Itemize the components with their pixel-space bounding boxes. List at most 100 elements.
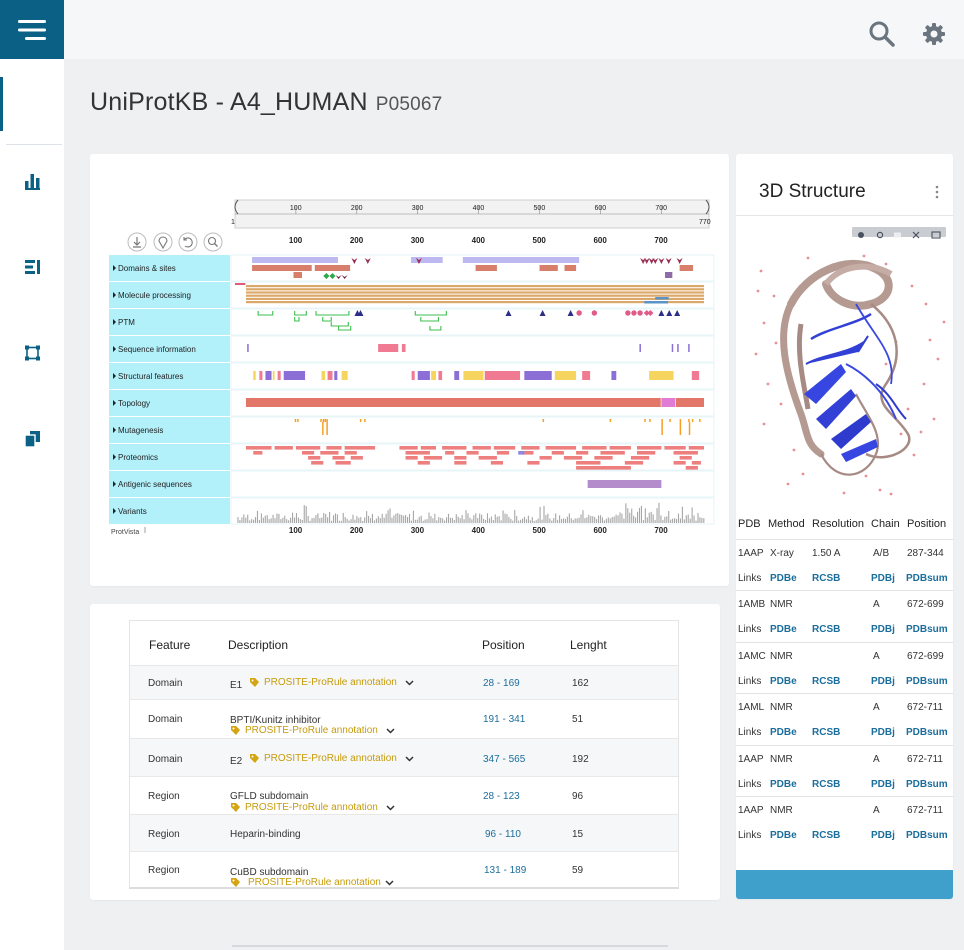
track-label-antigenic-sequences[interactable]: Antigenic sequences xyxy=(113,480,192,489)
rcsb-link[interactable]: RCSB xyxy=(812,779,840,790)
mutagenesis-site[interactable] xyxy=(364,419,366,422)
structural-feature[interactable] xyxy=(691,371,700,380)
mutagenesis-site[interactable] xyxy=(691,419,694,422)
proteomics-peptide[interactable] xyxy=(478,456,497,460)
proteomics-peptide[interactable] xyxy=(637,451,656,455)
position-link[interactable]: 28 - 169 xyxy=(483,678,520,689)
column-header-description[interactable]: Description xyxy=(228,638,288,652)
sequence-feature[interactable] xyxy=(401,344,406,352)
chain-block[interactable] xyxy=(245,297,705,300)
proteomics-peptide[interactable] xyxy=(527,461,540,465)
annotation-link[interactable]: PROSITE-ProRule annotation xyxy=(230,725,395,736)
peptide-block[interactable] xyxy=(644,301,669,304)
structural-feature[interactable] xyxy=(582,371,591,380)
mutagenesis-site[interactable] xyxy=(324,419,327,422)
proteomics-peptide[interactable] xyxy=(582,446,607,450)
pdb-entry-row[interactable]: 1AAP NMR A 672-711 Links PDBe RCSB PDBj PDBsum xyxy=(736,796,953,848)
table-row[interactable]: Region GFLD subdomain PROSITE-ProRule an… xyxy=(130,776,678,815)
structural-feature[interactable] xyxy=(259,371,263,380)
position-link[interactable]: 28 - 123 xyxy=(483,791,520,802)
sidebar-item-statistics[interactable] xyxy=(22,170,44,192)
sequence-feature[interactable] xyxy=(688,344,690,352)
annotation-link[interactable]: PROSITE-ProRule annotation xyxy=(230,877,394,887)
mutagenesis-site[interactable] xyxy=(661,422,663,435)
help-icon[interactable] xyxy=(858,232,864,238)
chevron-down-icon[interactable] xyxy=(405,679,414,686)
proteomics-peptide[interactable] xyxy=(576,461,601,465)
menu-button[interactable] xyxy=(0,0,64,59)
sequence-feature[interactable] xyxy=(378,344,399,352)
mutagenesis-site[interactable] xyxy=(322,419,325,422)
pdbsum-link[interactable]: PDBsum xyxy=(906,676,948,687)
structural-feature[interactable] xyxy=(611,371,617,380)
rcsb-link[interactable]: RCSB xyxy=(812,727,840,738)
ptm-marker[interactable] xyxy=(591,310,598,316)
proteomics-peptide[interactable] xyxy=(688,446,704,450)
region-block[interactable] xyxy=(475,265,497,271)
pdbj-link[interactable]: PDBj xyxy=(871,779,895,790)
proteomics-peptide[interactable] xyxy=(245,446,272,450)
track-label-proteomics[interactable]: Proteomics xyxy=(113,453,158,462)
proteomics-peptide[interactable] xyxy=(445,451,455,455)
proteomics-peptide[interactable] xyxy=(490,461,503,465)
structural-feature[interactable] xyxy=(341,371,348,380)
annotation-link[interactable]: PROSITE-ProRule annotation xyxy=(249,677,414,688)
ptm-marker[interactable] xyxy=(637,310,643,316)
proteomics-peptide[interactable] xyxy=(311,461,324,465)
mutagenesis-site[interactable] xyxy=(644,419,646,422)
pdbj-link[interactable]: PDBj xyxy=(871,830,895,841)
proteomics-peptide[interactable] xyxy=(302,451,315,455)
mutagenesis-site[interactable] xyxy=(542,419,545,422)
mutagenesis-site[interactable] xyxy=(609,419,612,422)
proteomics-peptide[interactable] xyxy=(295,446,321,450)
pdbj-link[interactable]: PDBj xyxy=(871,676,895,687)
pdbj-link[interactable]: PDBj xyxy=(871,624,895,635)
download-button[interactable] xyxy=(127,232,147,252)
proteomics-peptide[interactable] xyxy=(417,461,430,465)
peptide-block[interactable] xyxy=(655,297,669,300)
structural-feature[interactable] xyxy=(554,371,577,380)
track-label-structural-features[interactable]: Structural features xyxy=(113,372,183,381)
region-block[interactable] xyxy=(539,265,558,271)
mutagenesis-site[interactable] xyxy=(699,419,701,422)
proteomics-peptide[interactable] xyxy=(344,446,376,450)
proteomics-peptide[interactable] xyxy=(454,456,467,460)
molecule-viewer[interactable] xyxy=(746,244,946,509)
sequence-feature[interactable] xyxy=(677,344,679,352)
table-row[interactable]: Domain BPTI/Kunitz inhibitor PROSITE-Pro… xyxy=(130,699,678,739)
proteomics-peptide[interactable] xyxy=(274,446,293,450)
search-button[interactable] xyxy=(868,20,896,48)
proteomics-peptide[interactable] xyxy=(472,446,491,450)
proteomics-peptide[interactable] xyxy=(691,461,701,465)
proteomics-peptide[interactable] xyxy=(673,451,698,455)
track-label-domains-sites[interactable]: Domains & sites xyxy=(113,264,176,273)
structural-feature[interactable] xyxy=(524,371,552,380)
proteomics-peptide[interactable] xyxy=(308,456,321,460)
column-header-length[interactable]: Lenght xyxy=(570,638,607,652)
proteomics-peptide[interactable] xyxy=(664,446,686,450)
proteomics-peptide[interactable] xyxy=(399,446,418,450)
chevron-down-icon[interactable] xyxy=(385,879,394,886)
ptm-marker[interactable] xyxy=(625,310,631,316)
structural-feature[interactable] xyxy=(334,371,338,380)
pdb-entry-row[interactable]: 1AMC NMR A 672-699 Links PDBe RCSB PDBj PDBsum xyxy=(736,641,953,694)
proteomics-peptide[interactable] xyxy=(630,456,650,460)
structural-feature[interactable] xyxy=(417,371,430,380)
chain-block[interactable] xyxy=(245,285,705,288)
pdbe-link[interactable]: PDBe xyxy=(770,779,797,790)
site-block[interactable] xyxy=(293,272,302,278)
proteomics-peptide[interactable] xyxy=(576,466,631,470)
site-block[interactable] xyxy=(665,272,673,278)
proteomics-peptide[interactable] xyxy=(350,456,363,460)
chevron-down-icon[interactable] xyxy=(386,804,395,811)
structural-feature[interactable] xyxy=(454,371,460,380)
structural-feature[interactable] xyxy=(265,371,272,380)
chevron-down-icon[interactable] xyxy=(405,755,414,762)
rcsb-link[interactable]: RCSB xyxy=(812,830,840,841)
proteomics-peptide[interactable] xyxy=(420,446,436,450)
track-label-sequence-information[interactable]: Sequence information xyxy=(113,345,196,354)
table-row[interactable]: Domain E2 PROSITE-ProRule annotation 347… xyxy=(130,738,678,777)
annotation-link[interactable]: PROSITE-ProRule annotation xyxy=(249,753,414,764)
chevron-down-icon[interactable] xyxy=(386,727,395,734)
settings-icon[interactable] xyxy=(876,231,884,239)
